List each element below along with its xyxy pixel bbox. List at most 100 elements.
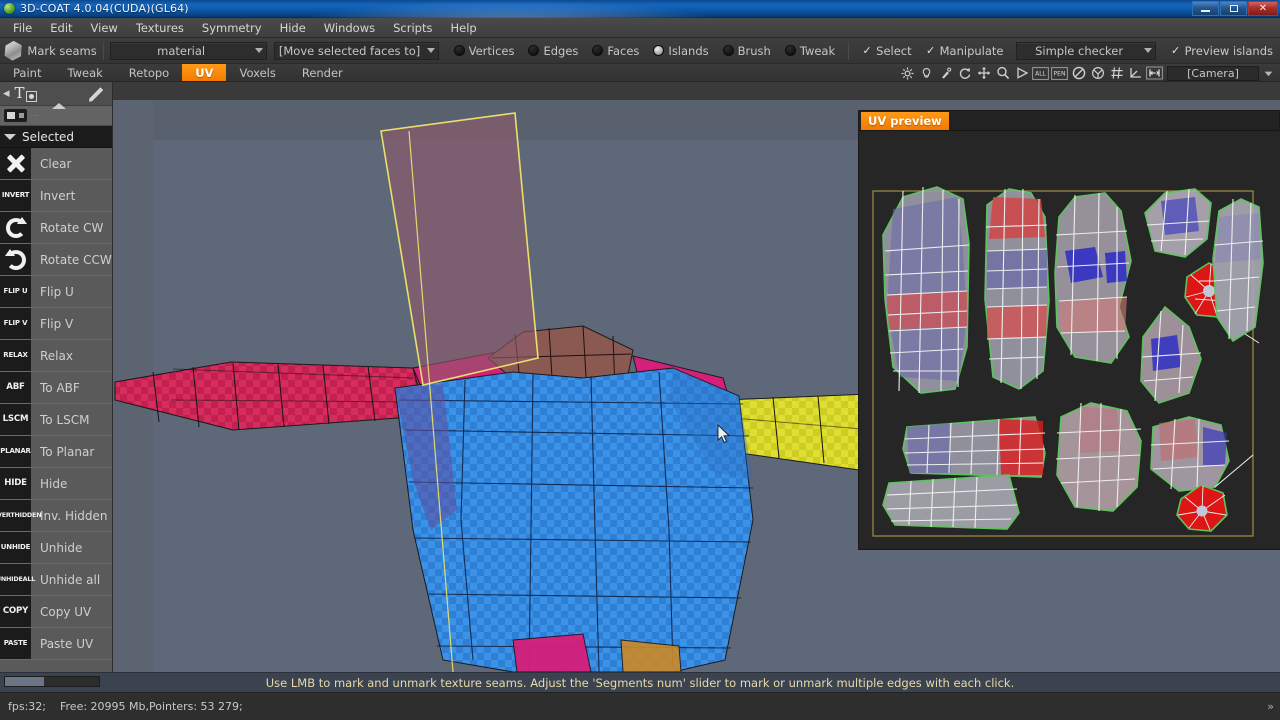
menu-view[interactable]: View xyxy=(82,19,127,37)
sidebar-item-clear[interactable]: Clear xyxy=(0,148,112,180)
sidebar-item-unhide[interactable]: UNHIDE Unhide xyxy=(0,532,112,564)
back-arrow-icon[interactable]: ◂ xyxy=(3,87,10,100)
tab-voxels[interactable]: Voxels xyxy=(226,64,288,81)
sidebar-item-label: Unhide all xyxy=(40,572,101,587)
sidebar-item-label: Clear xyxy=(40,156,72,171)
expand-marker[interactable]: » xyxy=(1267,700,1274,713)
pick-light-icon[interactable] xyxy=(936,65,955,82)
menu-bar: File Edit View Textures Symmetry Hide Wi… xyxy=(0,18,1280,38)
menu-symmetry[interactable]: Symmetry xyxy=(193,19,271,37)
invert-badge-icon: INVERT xyxy=(0,180,31,211)
sidebar-item-unhide-all[interactable]: UNHIDEALL Unhide all xyxy=(0,564,112,596)
sidebar-item-hide[interactable]: HIDE Hide xyxy=(0,468,112,500)
sidebar-item-rotate-cw[interactable]: Rotate CW xyxy=(0,212,112,244)
no-icon[interactable] xyxy=(1069,65,1088,82)
mode-vertices[interactable]: Vertices xyxy=(453,44,514,58)
menu-file[interactable]: File xyxy=(4,19,41,37)
sidebar-item-label: Invert xyxy=(40,188,76,203)
preview-islands-checkbox[interactable]: ✓ Preview islands xyxy=(1171,44,1273,58)
fit-icon[interactable] xyxy=(1145,65,1164,82)
sidebar-item-invert[interactable]: INVERT Invert xyxy=(0,180,112,212)
sidebar-item-inv-hidden[interactable]: INVERTHIDDEN Inv. Hidden xyxy=(0,500,112,532)
uv-canvas[interactable] xyxy=(859,131,1280,549)
mode-edges[interactable]: Edges xyxy=(528,44,578,58)
sidebar-item-flip-u[interactable]: FLIP U Flip U xyxy=(0,276,112,308)
mode-tweak[interactable]: Tweak xyxy=(784,44,835,58)
radio-dot-selected-icon xyxy=(653,45,665,56)
tab-uv[interactable]: UV xyxy=(182,64,227,81)
sidebar-item-rotate-ccw[interactable]: Rotate CCW xyxy=(0,244,112,276)
tab-tweak[interactable]: Tweak xyxy=(54,64,115,81)
checker-combo[interactable]: Simple checker xyxy=(1016,41,1157,60)
sidebar-item-label: Copy UV xyxy=(40,604,92,619)
manipulate-checkbox[interactable]: ✓ Manipulate xyxy=(926,44,1003,58)
text-tool-icon[interactable]: T xyxy=(15,86,25,101)
menu-edit[interactable]: Edit xyxy=(41,19,81,37)
tab-render[interactable]: Render xyxy=(289,64,356,81)
pen-icon[interactable]: PEN xyxy=(1050,65,1069,82)
mode-brush[interactable]: Brush xyxy=(722,43,771,58)
uv-island xyxy=(882,186,970,394)
sidebar-item-copy-uv[interactable]: COPY Copy UV xyxy=(0,596,112,628)
checkmark-icon: ✓ xyxy=(926,44,936,57)
select-checkbox[interactable]: ✓ Select xyxy=(862,44,912,58)
checkmark-icon: ✓ xyxy=(862,44,872,57)
chevron-down-icon[interactable] xyxy=(1259,65,1278,82)
all-icon[interactable]: ALL xyxy=(1031,65,1050,82)
menu-windows[interactable]: Windows xyxy=(315,19,384,37)
unhide-badge-icon: UNHIDE xyxy=(0,532,31,563)
sidebar-item-paste-uv[interactable]: PASTE Paste UV xyxy=(0,628,112,660)
menu-hide[interactable]: Hide xyxy=(271,19,315,37)
move-faces-combo[interactable]: [Move selected faces to] xyxy=(273,41,440,60)
cube-icon[interactable] xyxy=(4,40,22,61)
unhide-all-badge-icon: UNHIDEALL xyxy=(0,564,35,595)
preview-islands-label: Preview islands xyxy=(1184,43,1274,58)
sidebar-item-relax[interactable]: RELAX Relax xyxy=(0,340,112,372)
mouse-cursor xyxy=(717,424,731,444)
pen-icon[interactable] xyxy=(88,87,104,102)
restore-button[interactable] xyxy=(1220,1,1247,16)
camera-combo-value: [Camera] xyxy=(1187,66,1239,80)
segments-num-slider[interactable] xyxy=(4,676,100,687)
sidebar-item-label: Relax xyxy=(40,348,73,363)
camera-combo[interactable]: [Camera] xyxy=(1167,65,1259,81)
menu-scripts[interactable]: Scripts xyxy=(384,19,441,37)
close-button[interactable]: ✕ xyxy=(1248,1,1278,16)
copy-badge-icon: COPY xyxy=(0,596,31,627)
menu-textures[interactable]: Textures xyxy=(127,19,193,37)
rotate-icon[interactable] xyxy=(955,65,974,82)
uv-islands-canvas[interactable] xyxy=(859,131,1280,549)
sidebar-item-flip-v[interactable]: FLIP V Flip V xyxy=(0,308,112,340)
sidebar-section-selected[interactable]: Selected xyxy=(0,126,112,148)
menu-help[interactable]: Help xyxy=(441,19,485,37)
sun-icon[interactable] xyxy=(898,65,917,82)
axis-icon[interactable] xyxy=(1126,65,1145,82)
uv-preview-tab[interactable]: UV preview xyxy=(861,111,949,130)
mode-islands-label: Islands xyxy=(668,43,709,58)
uv-sphere-icon[interactable] xyxy=(1088,65,1107,82)
mode-brush-label: Brush xyxy=(737,43,771,58)
up-arrow-icon[interactable] xyxy=(52,103,66,109)
uv-preview-panel[interactable]: UV preview xyxy=(858,110,1280,550)
move-icon[interactable] xyxy=(974,65,993,82)
mode-islands[interactable]: Islands xyxy=(653,43,709,58)
sidebar-item-to-lscm[interactable]: LSCM To LSCM xyxy=(0,404,112,436)
svg-text:PEN: PEN xyxy=(1054,70,1066,77)
chevron-down-icon xyxy=(424,48,438,53)
material-combo[interactable]: material xyxy=(109,41,267,60)
sidebar-item-to-abf[interactable]: ABF To ABF xyxy=(0,372,112,404)
sidebar-item-to-planar[interactable]: PLANAR To Planar xyxy=(0,436,112,468)
play-icon[interactable] xyxy=(1012,65,1031,82)
tab-paint[interactable]: Paint xyxy=(0,64,54,81)
zoom-icon[interactable] xyxy=(993,65,1012,82)
grid-icon[interactable] xyxy=(1107,65,1126,82)
viewport-toolbar: ALL PEN [Camera] xyxy=(898,64,1280,82)
minimize-button[interactable] xyxy=(1192,1,1219,16)
uv-preview-header: UV preview xyxy=(859,111,1279,131)
tab-retopo[interactable]: Retopo xyxy=(116,64,182,81)
mode-faces[interactable]: Faces xyxy=(592,44,639,58)
camera-icon[interactable] xyxy=(4,109,27,122)
sidebar-section-label: Selected xyxy=(22,129,75,144)
lightbulb-icon[interactable] xyxy=(917,65,936,82)
sidebar-item-label: To Planar xyxy=(40,444,95,459)
